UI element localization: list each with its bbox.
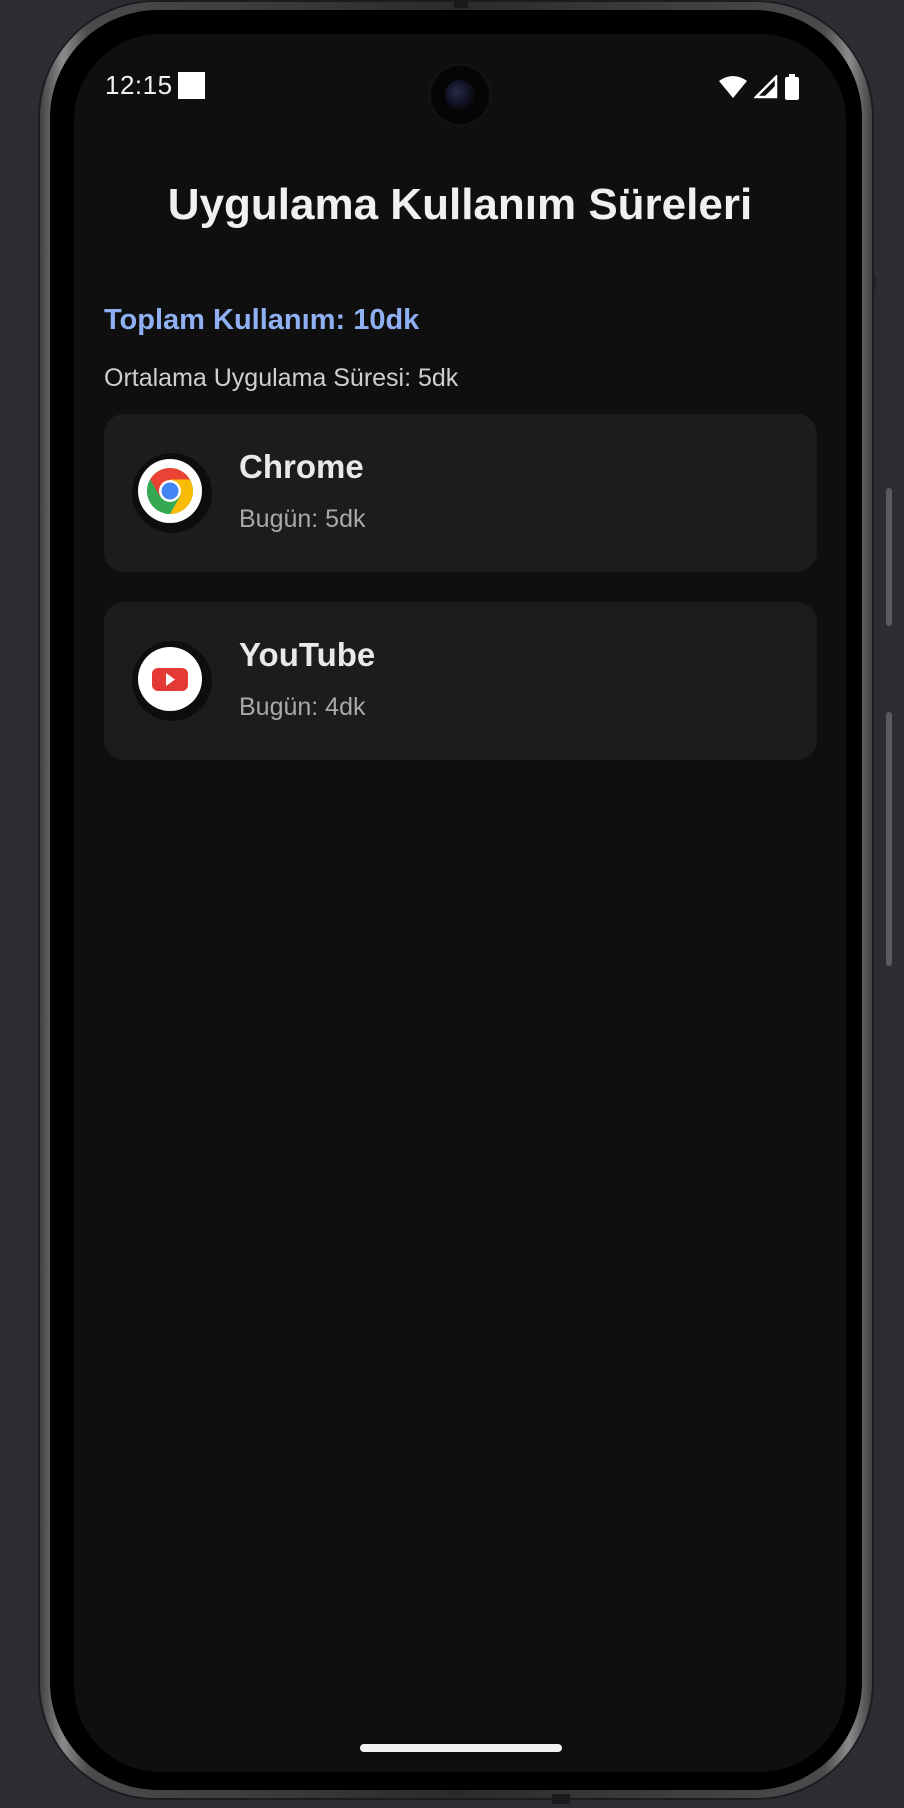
power-button [886, 712, 892, 966]
app-name: YouTube [239, 636, 376, 673]
camera-lens [445, 80, 475, 110]
status-bar: 12:15 [74, 34, 846, 124]
app-icon-container [132, 453, 212, 533]
app-card-chrome[interactable]: Chrome Bugün: 5dk [104, 414, 817, 572]
antenna-top [454, 0, 468, 8]
phone-screen: 12:15 Uygulama Kullanım Süreleri Toplam … [74, 34, 846, 1772]
youtube-icon [152, 668, 188, 691]
notification-icon [178, 72, 205, 99]
device-stage: 12:15 Uygulama Kullanım Süreleri Toplam … [0, 0, 904, 1808]
app-usage-time: Bugün: 4dk [239, 693, 366, 721]
icon-background [138, 647, 202, 711]
app-name: Chrome [239, 448, 364, 485]
cell-signal-icon [754, 75, 778, 99]
home-indicator[interactable] [360, 1744, 562, 1752]
antenna-bottom [552, 1794, 570, 1804]
wifi-icon [719, 76, 747, 98]
status-icons [718, 74, 800, 100]
app-usage-time: Bugün: 5dk [239, 505, 366, 533]
app-card-youtube[interactable]: YouTube Bugün: 4dk [104, 602, 817, 760]
icon-background [138, 459, 202, 523]
page-title: Uygulama Kullanım Süreleri [167, 180, 753, 229]
app-icon-container [132, 641, 212, 721]
total-usage-label: Toplam Kullanım: 10dk [104, 304, 420, 336]
average-usage-label: Ortalama Uygulama Süresi: 5dk [104, 364, 459, 392]
status-time: 12:15 [105, 70, 173, 100]
volume-button [886, 488, 892, 626]
chrome-icon [147, 468, 193, 514]
battery-icon [785, 74, 799, 100]
front-camera [431, 66, 489, 124]
